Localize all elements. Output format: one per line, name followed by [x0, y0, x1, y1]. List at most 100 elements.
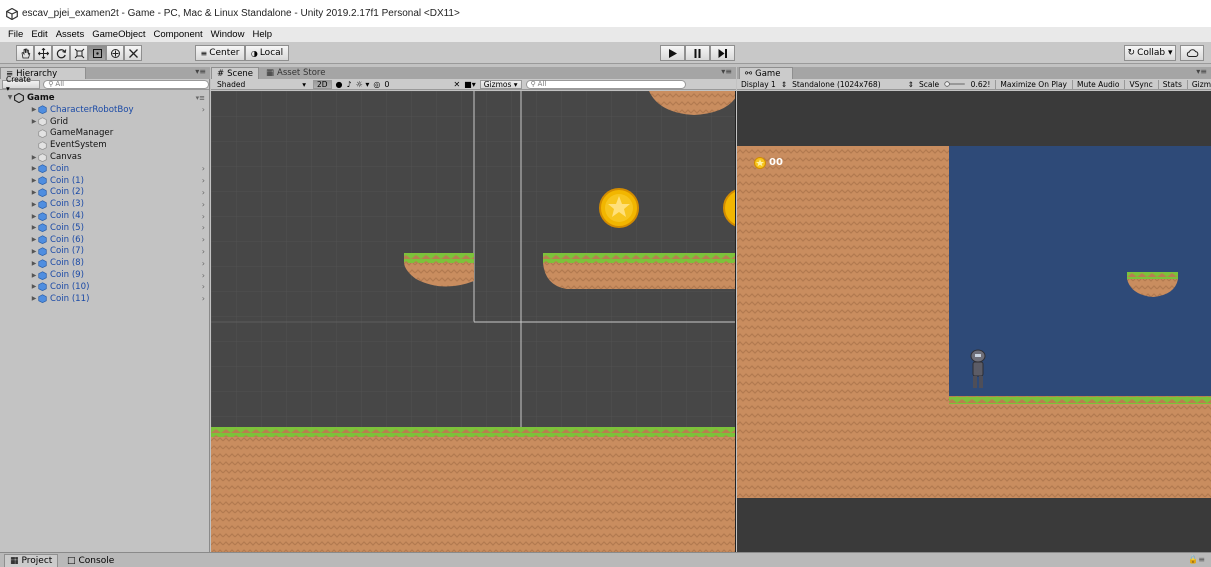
coin-sprite[interactable] [599, 188, 639, 228]
stats-toggle[interactable]: Stats [1157, 79, 1182, 89]
hierarchy-item[interactable]: ▶ Coin › [0, 163, 209, 175]
expand-triangle-icon[interactable]: ▶ [30, 165, 38, 172]
rect-tool-button[interactable] [88, 45, 106, 61]
open-prefab-arrow-icon[interactable]: › [202, 271, 205, 280]
expand-triangle-icon[interactable]: ▶ [30, 189, 38, 196]
tab-game[interactable]: ⚯ Game [739, 67, 793, 79]
open-prefab-arrow-icon[interactable]: › [202, 235, 205, 244]
play-button[interactable] [660, 45, 685, 61]
expand-triangle-icon[interactable]: ▶ [30, 272, 38, 279]
menu-gameobject[interactable]: GameObject [92, 29, 145, 40]
menu-help[interactable]: Help [252, 29, 272, 40]
expand-triangle-icon[interactable]: ▶ [30, 260, 38, 267]
expand-triangle-icon[interactable]: ▶ [30, 154, 38, 161]
hierarchy-item[interactable]: ▶ Coin (6) › [0, 234, 209, 246]
expand-triangle-icon[interactable]: ▶ [30, 213, 38, 220]
lighting-icon[interactable]: ● [336, 80, 343, 89]
scene-view[interactable] [211, 91, 736, 552]
game-canvas[interactable] [737, 91, 1211, 552]
hierarchy-item[interactable]: ▶ Coin (2) › [0, 187, 209, 199]
scene-search-input[interactable]: ⚲ All [525, 79, 686, 89]
hierarchy-item[interactable]: ▶ Coin (9) › [0, 269, 209, 281]
create-dropdown[interactable]: Create ▾ [2, 75, 41, 93]
floating-platform-right[interactable] [543, 253, 736, 289]
hierarchy-item[interactable]: ▶ Coin (7) › [0, 246, 209, 258]
expand-triangle-icon[interactable]: ▶ [30, 295, 38, 302]
panel-menu-icon[interactable]: ▾≡ [721, 67, 732, 76]
scene-menu-icon[interactable]: ▾≡ [196, 94, 205, 102]
panel-menu-icon[interactable]: ▾≡ [195, 67, 206, 76]
hierarchy-item[interactable]: ▶ Coin (8) › [0, 257, 209, 269]
pivot-center-toggle[interactable]: ≡ Center [195, 45, 245, 61]
scene-tools-icon[interactable]: ✕ [453, 80, 460, 89]
expand-triangle-icon[interactable]: ▶ [30, 283, 38, 290]
ground-tilemap[interactable] [211, 427, 736, 552]
hierarchy-item[interactable]: ▶ Coin (1) › [0, 175, 209, 187]
open-prefab-arrow-icon[interactable]: › [202, 259, 205, 268]
space-local-toggle[interactable]: ◑ Local [245, 45, 289, 61]
open-prefab-arrow-icon[interactable]: › [202, 164, 205, 173]
expand-triangle-icon[interactable]: ▶ [30, 118, 38, 125]
hierarchy-item[interactable]: ▶ Coin (4) › [0, 210, 209, 222]
scene-root-row[interactable]: ▼ Game ▾≡ [0, 92, 209, 104]
hierarchy-item[interactable]: ▶ Coin (10) › [0, 281, 209, 293]
open-prefab-arrow-icon[interactable]: › [202, 294, 205, 303]
tab-asset-store[interactable]: ▦ Asset Store [261, 67, 330, 79]
menu-file[interactable]: File [8, 29, 23, 40]
expand-triangle-icon[interactable]: ▶ [30, 224, 38, 231]
audio-icon[interactable]: ♪ [347, 80, 352, 89]
expand-triangle-icon[interactable]: ▶ [30, 201, 38, 208]
panel-menu-icon[interactable]: ▾≡ [1196, 67, 1207, 76]
expand-triangle-icon[interactable]: ▶ [30, 177, 38, 184]
scale-tool-button[interactable] [70, 45, 88, 61]
cloud-button[interactable] [1180, 45, 1204, 61]
step-button[interactable] [710, 45, 735, 61]
expand-triangle-icon[interactable]: ▶ [30, 248, 38, 255]
hand-tool-button[interactable] [16, 45, 34, 61]
resolution-dropdown[interactable]: Standalone (1024x768) [792, 80, 881, 89]
scale-slider[interactable] [944, 80, 966, 88]
expand-triangle-icon[interactable]: ▶ [30, 106, 38, 113]
hierarchy-item[interactable]: ▶ Coin (3) › [0, 198, 209, 210]
open-prefab-arrow-icon[interactable]: › [202, 212, 205, 221]
open-prefab-arrow-icon[interactable]: › [202, 188, 205, 197]
hierarchy-item[interactable]: ▶ Canvas [0, 151, 209, 163]
open-prefab-arrow-icon[interactable]: › [202, 176, 205, 185]
game-gizmos-dropdown[interactable]: Gizm [1186, 79, 1211, 89]
pause-button[interactable] [685, 45, 710, 61]
expand-triangle-icon[interactable]: ▶ [30, 236, 38, 243]
tab-project[interactable]: ▦ Project [4, 554, 59, 567]
open-prefab-arrow-icon[interactable]: › [202, 282, 205, 291]
hierarchy-item[interactable]: ▶ Coin (5) › [0, 222, 209, 234]
hierarchy-item[interactable]: EventSystem [0, 139, 209, 151]
draw-mode-dropdown[interactable]: Shaded ▾ [214, 80, 309, 89]
hierarchy-search-input[interactable]: ⚲ All [43, 79, 209, 89]
effects-icon[interactable]: ☼ ▾ [356, 80, 370, 89]
gizmos-dropdown[interactable]: Gizmos ▾ [479, 79, 522, 89]
maximize-on-play-toggle[interactable]: Maximize On Play [995, 79, 1067, 89]
menu-edit[interactable]: Edit [31, 29, 47, 40]
open-prefab-arrow-icon[interactable]: › [202, 223, 205, 232]
tab-console[interactable]: □ Console [62, 554, 119, 567]
collab-dropdown[interactable]: ↻ Collab ▾ [1124, 45, 1176, 61]
menu-component[interactable]: Component [154, 29, 203, 40]
open-prefab-arrow-icon[interactable]: › [202, 105, 205, 114]
open-prefab-arrow-icon[interactable]: › [202, 200, 205, 209]
custom-tool-button[interactable] [124, 45, 142, 61]
vsync-toggle[interactable]: VSync [1124, 79, 1153, 89]
2d-toggle[interactable]: 2D [313, 79, 332, 89]
rotate-tool-button[interactable] [52, 45, 70, 61]
tab-scene[interactable]: # Scene [211, 67, 259, 79]
hierarchy-item[interactable]: ▶ CharacterRobotBoy › [0, 104, 209, 116]
hierarchy-item[interactable]: ▶ Grid [0, 116, 209, 128]
camera-icon[interactable]: ■▾ [464, 80, 476, 89]
transform-tool-button[interactable] [106, 45, 124, 61]
expand-triangle-icon[interactable]: ▼ [6, 94, 14, 101]
hierarchy-item[interactable]: ▶ Coin (11) › [0, 293, 209, 305]
menu-assets[interactable]: Assets [56, 29, 85, 40]
mute-audio-toggle[interactable]: Mute Audio [1072, 79, 1119, 89]
open-prefab-arrow-icon[interactable]: › [202, 247, 205, 256]
lock-icon[interactable]: 🔒≡ [1188, 555, 1205, 564]
hierarchy-item[interactable]: GameManager [0, 128, 209, 140]
move-tool-button[interactable] [34, 45, 52, 61]
